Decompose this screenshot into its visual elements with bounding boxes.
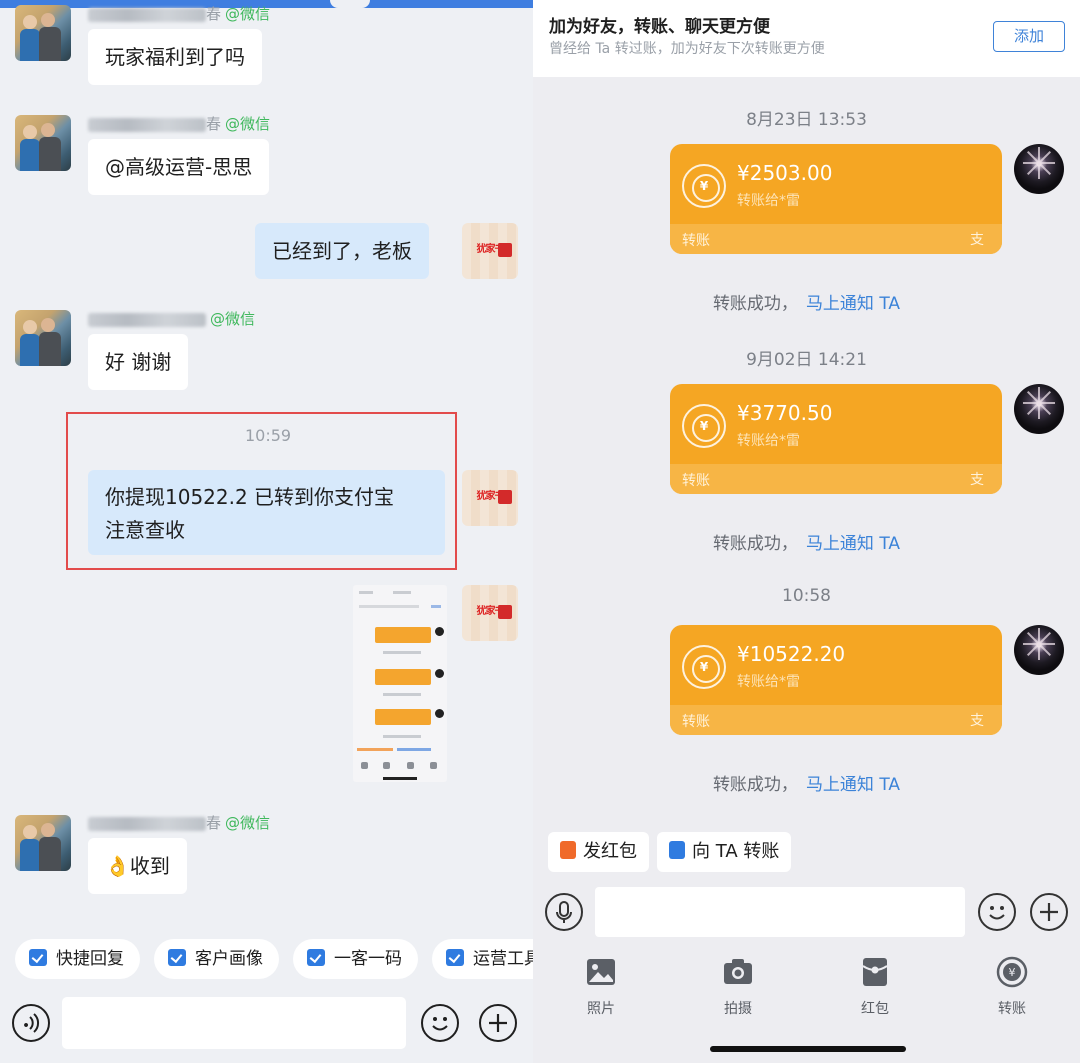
chip-quick-reply[interactable]: 快捷回复 — [15, 939, 140, 979]
home-indicator — [710, 1046, 906, 1052]
transfer-footer: 转账 — [682, 714, 710, 730]
transfer-coin-icon: ¥ — [682, 645, 726, 689]
alipay-icon: 支 — [970, 232, 984, 248]
message-input[interactable] — [595, 887, 965, 937]
self-avatar[interactable]: 犹家书 — [462, 223, 518, 279]
voice-icon[interactable] — [12, 1004, 50, 1042]
contact-avatar[interactable] — [15, 310, 71, 366]
transfer-recipient: 转账给*雷 — [737, 433, 800, 449]
photo-icon — [585, 956, 617, 988]
sender-name: 春 @微信 — [88, 4, 270, 24]
message-time: 8月23日 13:53 — [746, 110, 867, 130]
message-bubble-self[interactable]: 你提现10522.2 已转到你支付宝 注意查收 — [88, 470, 445, 555]
quick-reply-bar: 快捷回复 客户画像 一客一码 运营工具 — [0, 931, 533, 987]
alipay-icon: 支 — [970, 713, 984, 729]
plus-icon[interactable] — [479, 1004, 517, 1042]
user-avatar[interactable] — [1014, 144, 1064, 194]
blurred-name — [88, 117, 206, 132]
checkbox-icon — [307, 949, 325, 966]
transfer-to-ta-button[interactable]: 向 TA 转账 — [657, 832, 792, 872]
self-avatar[interactable]: 犹家书 — [462, 470, 518, 526]
checkbox-icon — [446, 949, 464, 966]
svg-text:¥: ¥ — [1009, 966, 1016, 979]
transfer-card[interactable]: ¥ ¥2503.00 转账给*雷 转账 支 — [670, 144, 1002, 254]
transfer-recipient: 转账给*雷 — [737, 674, 800, 690]
emoji-icon[interactable] — [421, 1004, 459, 1042]
contact-avatar[interactable] — [15, 815, 71, 871]
message-bubble[interactable]: 👌收到 — [88, 838, 187, 894]
sender-name: 春 @微信 — [88, 813, 270, 833]
banner-subtitle: 曾经给 Ta 转过账，加为好友下次转账更方便 — [549, 41, 825, 57]
transfer-coin-icon: ¥ — [682, 404, 726, 448]
left-chat-panel: 春 @微信 玩家福利到了吗 春 @微信 @高级运营-思思 已经到了，老板 犹家书 @… — [0, 0, 533, 1063]
notify-link[interactable]: 马上通知 TA — [806, 775, 900, 795]
transfer-amount: ¥2503.00 — [737, 161, 833, 185]
transfer-status: 转账成功， 马上通知 TA — [712, 534, 901, 554]
tool-panel: 照片 拍摄 红包 ¥ 转账 — [533, 943, 1080, 1063]
notify-link[interactable]: 马上通知 TA — [806, 294, 900, 314]
transfer-icon — [669, 841, 685, 859]
right-chat-panel: 加为好友，转账、聊天更方便 曾经给 Ta 转过账，加为好友下次转账更方便 添加 … — [533, 0, 1080, 1063]
message-input[interactable] — [62, 997, 406, 1049]
banner-title: 加为好友，转账、聊天更方便 — [549, 17, 770, 37]
sender-name: @微信 — [88, 309, 255, 329]
red-packet-icon — [859, 956, 891, 988]
transfer-icon: ¥ — [996, 956, 1028, 988]
blurred-name — [88, 312, 206, 327]
add-friend-banner: 加为好友，转账、聊天更方便 曾经给 Ta 转过账，加为好友下次转账更方便 添加 — [533, 0, 1080, 77]
self-avatar[interactable]: 犹家书 — [462, 585, 518, 641]
tool-transfer[interactable]: ¥ 转账 — [978, 956, 1046, 1026]
add-friend-button[interactable]: 添加 — [993, 21, 1065, 52]
transfer-footer: 转账 — [682, 233, 710, 249]
alipay-icon: 支 — [970, 472, 984, 488]
send-red-packet-button[interactable]: 发红包 — [548, 832, 649, 872]
message-bubble[interactable]: 好 谢谢 — [88, 334, 189, 390]
transfer-card[interactable]: ¥ ¥10522.20 转账给*雷 转账 支 — [670, 625, 1002, 735]
red-packet-icon — [560, 841, 576, 859]
user-avatar[interactable] — [1014, 384, 1064, 434]
input-bar — [0, 987, 533, 1063]
blurred-name — [88, 7, 206, 22]
image-message-thumbnail[interactable] — [353, 585, 447, 782]
voice-icon[interactable] — [545, 893, 583, 931]
chip-customer-profile[interactable]: 客户画像 — [154, 939, 279, 979]
quick-actions: 发红包 向 TA 转账 — [533, 825, 1080, 881]
checkbox-icon — [29, 949, 47, 966]
tool-red-packet[interactable]: 红包 — [841, 956, 909, 1026]
user-avatar[interactable] — [1014, 625, 1064, 675]
sender-name: 春 @微信 — [88, 114, 270, 134]
chip-ops-tools[interactable]: 运营工具 — [432, 939, 533, 979]
plus-icon[interactable] — [1030, 893, 1068, 931]
chip-one-code[interactable]: 一客一码 — [293, 939, 418, 979]
transfer-status: 转账成功， 马上通知 TA — [712, 775, 901, 795]
message-bubble-self[interactable]: 已经到了，老板 — [255, 223, 429, 279]
notify-link[interactable]: 马上通知 TA — [806, 534, 900, 554]
transfer-coin-icon: ¥ — [682, 164, 726, 208]
transfer-recipient: 转账给*雷 — [737, 193, 800, 209]
tool-camera[interactable]: 拍摄 — [704, 956, 772, 1026]
blurred-name — [88, 816, 206, 831]
transfer-footer: 转账 — [682, 473, 710, 489]
emoji-icon[interactable] — [978, 893, 1016, 931]
message-time: 9月02日 14:21 — [746, 350, 867, 370]
transfer-status: 转账成功， 马上通知 TA — [712, 294, 901, 314]
message-bubble[interactable]: 玩家福利到了吗 — [88, 29, 262, 85]
transfer-amount: ¥10522.20 — [737, 642, 846, 666]
input-bar — [533, 881, 1080, 943]
contact-avatar[interactable] — [15, 115, 71, 171]
transfer-card[interactable]: ¥ ¥3770.50 转账给*雷 转账 支 — [670, 384, 1002, 494]
camera-icon — [722, 956, 754, 988]
transfer-amount: ¥3770.50 — [737, 401, 833, 425]
tool-photo[interactable]: 照片 — [567, 956, 635, 1026]
checkbox-icon — [168, 949, 186, 966]
message-time: 10:59 — [245, 426, 292, 445]
message-time: 10:58 — [782, 586, 831, 606]
message-bubble[interactable]: @高级运营-思思 — [88, 139, 270, 195]
contact-avatar[interactable] — [15, 5, 71, 61]
